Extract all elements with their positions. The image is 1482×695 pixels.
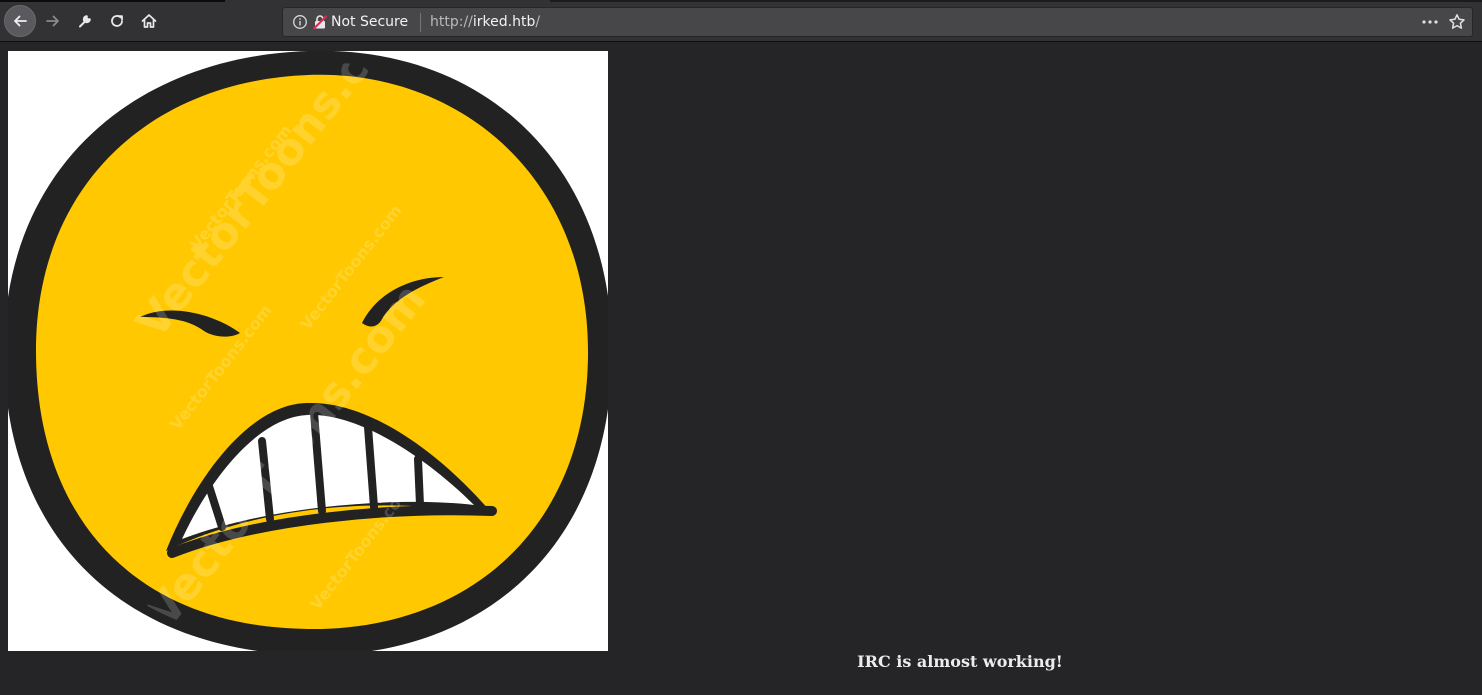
message-container: IRC is almost working! [8, 651, 1482, 672]
arrow-left-icon [14, 15, 27, 27]
reload-button[interactable] [101, 5, 133, 37]
star-icon[interactable] [1448, 13, 1466, 31]
back-button[interactable] [4, 5, 36, 37]
browser-toolbar: Not Secure http://irked.htb/ [0, 0, 1482, 42]
url-scheme: http:// [430, 14, 473, 30]
url-divider [420, 13, 421, 32]
forward-button[interactable] [37, 5, 69, 37]
tools-button[interactable] [69, 5, 101, 37]
page-message: IRC is almost working! [857, 652, 1063, 671]
url-path: / [535, 14, 541, 30]
home-button[interactable] [133, 5, 165, 37]
broken-lock-icon[interactable] [312, 14, 328, 30]
security-status-label[interactable]: Not Secure [331, 13, 408, 31]
home-icon [141, 14, 157, 28]
info-icon[interactable] [292, 14, 308, 30]
reload-icon [111, 15, 123, 27]
angry-face-emoji: VectorToons.com VectorToons.com VectorTo… [4, 50, 613, 656]
url-bar[interactable]: Not Secure http://irked.htb/ [282, 7, 1473, 37]
url-host: irked.htb [472, 14, 536, 30]
url-address[interactable]: http://irked.htb/ [430, 13, 540, 31]
angry-face-image: VectorToons.com VectorToons.com VectorTo… [4, 50, 613, 656]
active-tab-indicator [0, 0, 225, 2]
more-horizontal-icon[interactable] [1421, 14, 1439, 30]
page-content: VectorToons.com VectorToons.com VectorTo… [0, 43, 1482, 695]
tab-strip-edge [550, 0, 1482, 2]
arrow-right-icon [46, 15, 59, 27]
wrench-icon [79, 15, 91, 28]
